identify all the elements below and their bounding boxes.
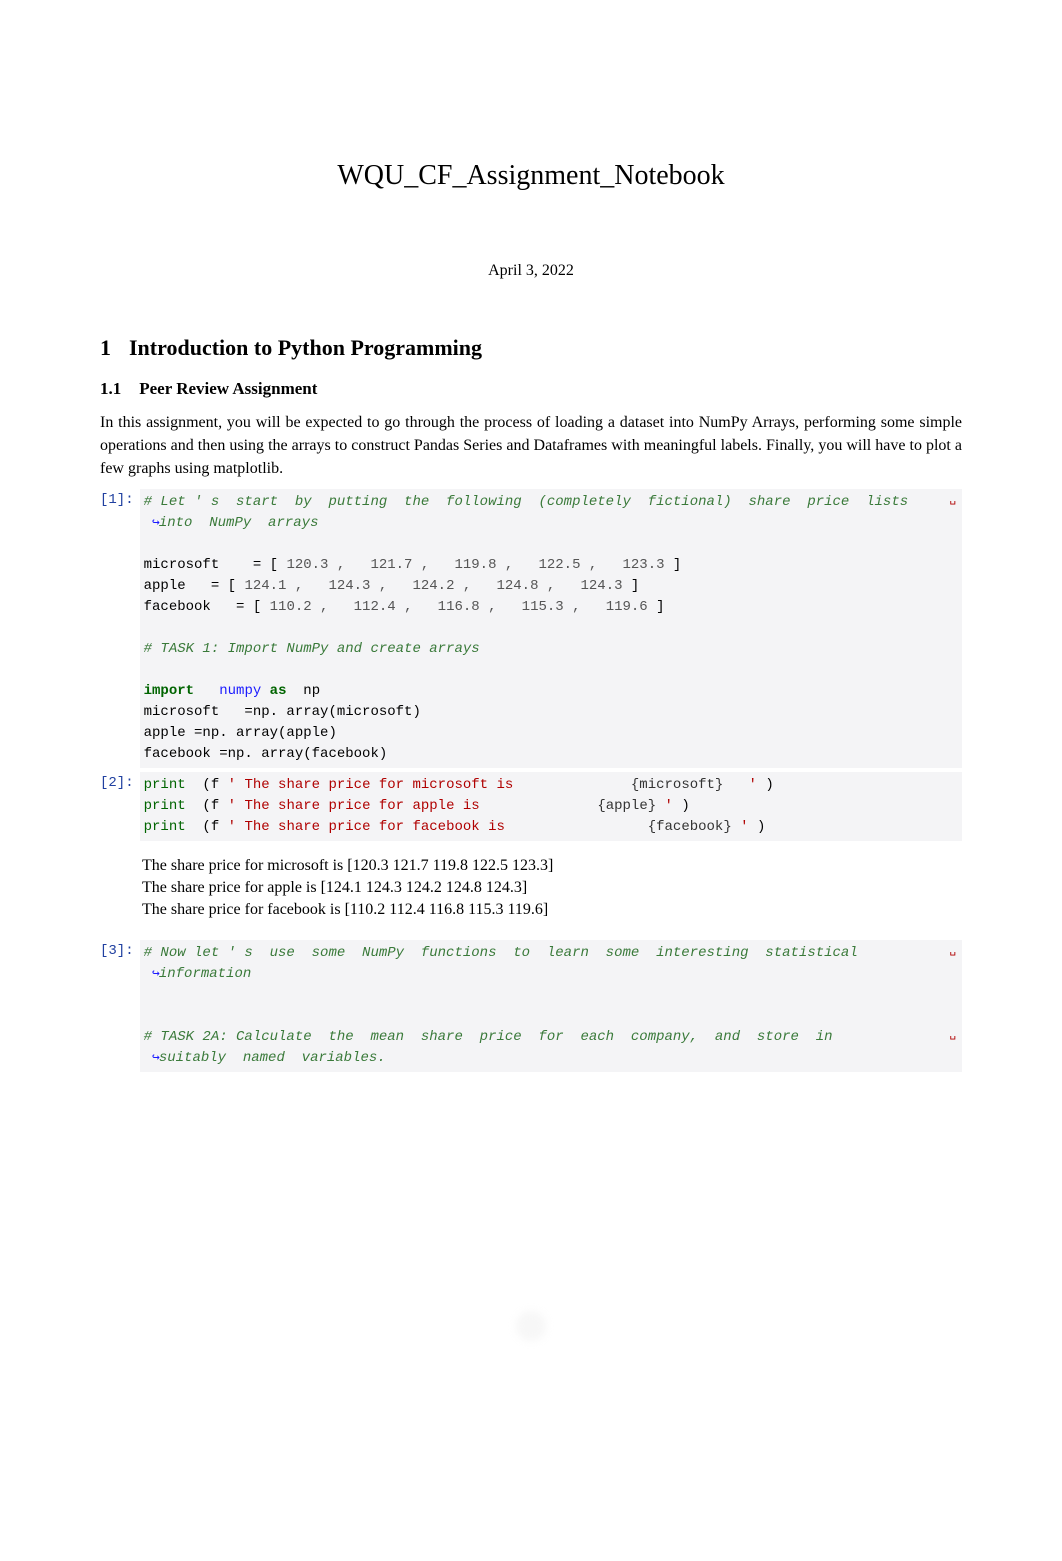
- string-literal: ': [656, 798, 681, 814]
- output-body-2: The share price for microsoft is [120.3 …: [138, 845, 962, 936]
- wrap-icon: ␣: [949, 943, 956, 960]
- code-number-list: 120.3 , 121.7 , 119.8 , 122.5 , 123.3: [286, 557, 664, 573]
- code-cell-3: [3]: # Now let ' s use some NumPy functi…: [100, 940, 962, 1072]
- code-text: facebook = [: [144, 599, 270, 615]
- output-line: The share price for apple is [124.1 124.…: [142, 879, 527, 896]
- continuation-icon: ↪: [152, 515, 159, 530]
- code-body-3: # Now let ' s use some NumPy functions t…: [140, 940, 962, 1072]
- code-text: facebook =np. array(facebook): [144, 746, 388, 762]
- document-date: April 3, 2022: [100, 262, 962, 280]
- wrap-icon: ␣: [949, 492, 956, 509]
- keyword-as: as: [270, 683, 287, 699]
- code-cell-2: [2]: print (f ' The share price for micr…: [100, 772, 962, 841]
- code-body-2: print (f ' The share price for microsoft…: [140, 772, 962, 841]
- intro-paragraph: In this assignment, you will be expected…: [100, 411, 962, 481]
- string-literal: ': [723, 777, 765, 793]
- continuation-icon: ↪: [152, 966, 159, 981]
- page-number-blur: [516, 1311, 546, 1341]
- code-comment: information: [159, 966, 251, 982]
- section-1-heading: 1 Introduction to Python Programming: [100, 335, 962, 361]
- code-text: apple =np. array(apple): [144, 725, 337, 741]
- builtin-print: print: [144, 819, 186, 835]
- code-text: ]: [665, 557, 682, 573]
- document-title: WQU_CF_Assignment_Notebook: [100, 160, 962, 192]
- code-text: (f: [186, 777, 228, 793]
- code-body-1: # Let ' s start by putting the following…: [140, 489, 962, 768]
- string-literal: ' The share price for microsoft is: [228, 777, 631, 793]
- code-comment: # Now let ' s use some NumPy functions t…: [144, 945, 858, 961]
- output-cell-2: The share price for microsoft is [120.3 …: [100, 845, 962, 936]
- fstring-brace: {microsoft}: [631, 777, 723, 793]
- code-comment: # TASK 1: Import NumPy and create arrays: [144, 641, 480, 657]
- code-text: microsoft =np. array(microsoft): [144, 704, 421, 720]
- fstring-brace: {apple}: [597, 798, 656, 814]
- code-text: ): [757, 819, 765, 835]
- string-literal: ' The share price for apple is: [228, 798, 598, 814]
- keyword-import: import: [144, 683, 194, 699]
- code-comment: # Let ' s start by putting the following…: [144, 494, 909, 510]
- code-comment: into NumPy arrays: [159, 515, 319, 531]
- fstring-brace: {facebook}: [648, 819, 732, 835]
- cell-prompt-1: [1]:: [100, 489, 140, 508]
- code-text: ]: [648, 599, 665, 615]
- code-comment: suitably named variables.: [159, 1050, 386, 1066]
- alias-np: np: [303, 683, 320, 699]
- subsection-number: 1.1: [100, 379, 121, 398]
- code-cell-1: [1]: # Let ' s start by putting the foll…: [100, 489, 962, 768]
- output-line: The share price for microsoft is [120.3 …: [142, 857, 553, 874]
- code-text: ): [765, 777, 773, 793]
- section-1-1-heading: 1.1 Peer Review Assignment: [100, 379, 962, 399]
- code-text: apple = [: [144, 578, 245, 594]
- section-number: 1: [100, 335, 111, 360]
- string-literal: ': [732, 819, 757, 835]
- code-text: ): [681, 798, 689, 814]
- builtin-print: print: [144, 777, 186, 793]
- code-text: (f: [186, 798, 228, 814]
- code-number-list: 124.1 , 124.3 , 124.2 , 124.8 , 124.3: [244, 578, 622, 594]
- continuation-icon: ↪: [152, 1050, 159, 1065]
- code-comment: # TASK 2A: Calculate the mean share pric…: [144, 1029, 833, 1045]
- output-line: The share price for facebook is [110.2 1…: [142, 901, 548, 918]
- module-numpy: numpy: [219, 683, 261, 699]
- code-number-list: 110.2 , 112.4 , 116.8 , 115.3 , 119.6: [270, 599, 648, 615]
- wrap-icon: ␣: [949, 1027, 956, 1044]
- code-text: microsoft = [: [144, 557, 287, 573]
- section-title: Introduction to Python Programming: [129, 335, 482, 360]
- builtin-print: print: [144, 798, 186, 814]
- code-text: ]: [623, 578, 640, 594]
- cell-prompt-2: [2]:: [100, 772, 140, 791]
- cell-prompt-3: [3]:: [100, 940, 140, 959]
- code-text: (f: [186, 819, 228, 835]
- string-literal: ' The share price for facebook is: [228, 819, 648, 835]
- subsection-title: Peer Review Assignment: [139, 379, 317, 398]
- output-prompt-spacer: [100, 845, 138, 848]
